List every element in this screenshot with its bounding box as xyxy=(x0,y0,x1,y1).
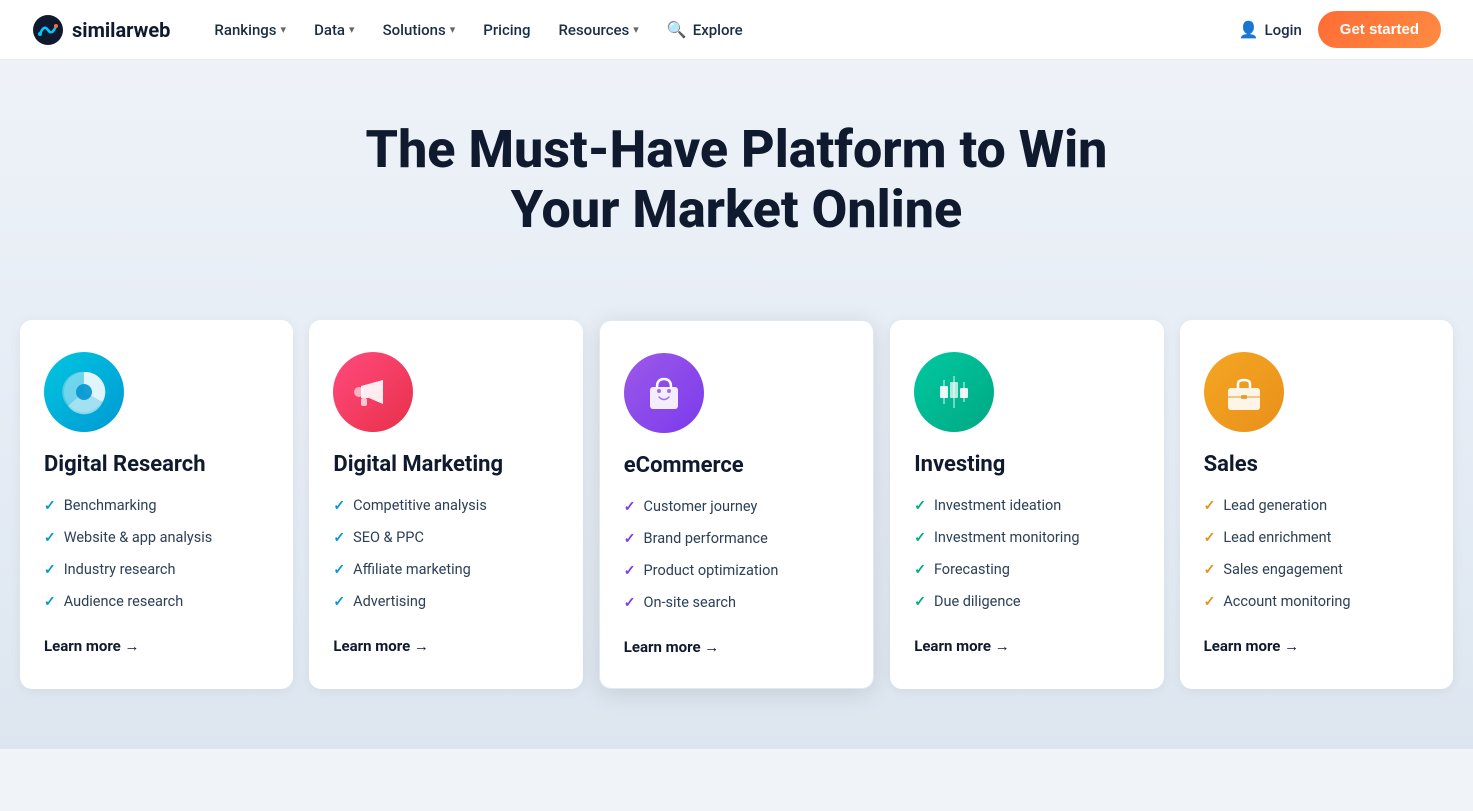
nav-pricing[interactable]: Pricing xyxy=(471,13,542,47)
list-item: ✓ Industry research xyxy=(44,560,269,580)
list-item: ✓ Advertising xyxy=(333,592,558,612)
check-icon: ✓ xyxy=(44,529,56,548)
list-item: ✓ Affiliate marketing xyxy=(333,560,558,580)
check-icon: ✓ xyxy=(914,529,926,548)
chevron-down-icon: ▾ xyxy=(349,23,355,36)
list-item: ✓ Investment ideation xyxy=(914,496,1139,516)
chevron-down-icon: ▾ xyxy=(633,23,639,36)
check-icon: ✓ xyxy=(1204,497,1216,516)
check-icon: ✓ xyxy=(333,497,345,516)
hero-section: The Must-Have Platform to Win Your Marke… xyxy=(0,60,1473,320)
list-item: ✓ Competitive analysis xyxy=(333,496,558,516)
card-list-ecommerce: ✓ Customer journey ✓ Brand performance ✓… xyxy=(624,497,849,613)
list-item: ✓ Lead generation xyxy=(1204,496,1429,516)
learn-more-investing[interactable]: Learn more → xyxy=(914,637,1010,655)
card-investing: Investing ✓ Investment ideation ✓ Invest… xyxy=(890,320,1163,689)
check-icon: ✓ xyxy=(1204,593,1216,612)
card-title-investing: Investing xyxy=(914,452,1139,478)
list-item: ✓ SEO & PPC xyxy=(333,528,558,548)
nav-resources[interactable]: Resources ▾ xyxy=(546,13,650,47)
card-ecommerce: eCommerce ✓ Customer journey ✓ Brand per… xyxy=(599,320,874,689)
nav-solutions[interactable]: Solutions ▾ xyxy=(371,13,468,47)
list-item: ✓ Customer journey xyxy=(624,497,849,517)
logo[interactable]: similarweb xyxy=(32,14,170,46)
nav-rankings[interactable]: Rankings ▾ xyxy=(202,13,298,47)
card-title-digital-research: Digital Research xyxy=(44,452,269,478)
learn-more-digital-marketing[interactable]: Learn more → xyxy=(333,637,429,655)
learn-more-digital-research[interactable]: Learn more → xyxy=(44,637,140,655)
check-icon: ✓ xyxy=(333,529,345,548)
search-icon: 🔍 xyxy=(667,20,687,39)
list-item: ✓ Investment monitoring xyxy=(914,528,1139,548)
check-icon: ✓ xyxy=(1204,529,1216,548)
card-icon-ecommerce xyxy=(624,353,704,433)
logo-text: similarweb xyxy=(72,18,170,42)
check-icon: ✓ xyxy=(624,530,636,549)
card-icon-investing xyxy=(914,352,994,432)
check-icon: ✓ xyxy=(914,593,926,612)
check-icon: ✓ xyxy=(914,497,926,516)
list-item: ✓ Due diligence xyxy=(914,592,1139,612)
check-icon: ✓ xyxy=(624,594,636,613)
navbar: similarweb Rankings ▾ Data ▾ Solutions ▾… xyxy=(0,0,1473,60)
user-icon: 👤 xyxy=(1239,20,1259,39)
card-title-ecommerce: eCommerce xyxy=(624,453,849,479)
check-icon: ✓ xyxy=(1204,561,1216,580)
chevron-down-icon: ▾ xyxy=(450,23,456,36)
card-sales: Sales ✓ Lead generation ✓ Lead enrichmen… xyxy=(1180,320,1453,689)
card-list-investing: ✓ Investment ideation ✓ Investment monit… xyxy=(914,496,1139,612)
list-item: ✓ Brand performance xyxy=(624,529,849,549)
card-title-sales: Sales xyxy=(1204,452,1429,478)
learn-more-sales[interactable]: Learn more → xyxy=(1204,637,1300,655)
cards-container: Digital Research ✓ Benchmarking ✓ Websit… xyxy=(20,320,1453,689)
list-item: ✓ On-site search xyxy=(624,593,849,613)
card-digital-research: Digital Research ✓ Benchmarking ✓ Websit… xyxy=(20,320,293,689)
list-item: ✓ Forecasting xyxy=(914,560,1139,580)
check-icon: ✓ xyxy=(333,593,345,612)
chevron-down-icon: ▾ xyxy=(281,23,287,36)
nav-right: 👤 Login Get started xyxy=(1239,11,1441,48)
card-list-sales: ✓ Lead generation ✓ Lead enrichment ✓ Sa… xyxy=(1204,496,1429,612)
card-title-digital-marketing: Digital Marketing xyxy=(333,452,558,478)
check-icon: ✓ xyxy=(624,498,636,517)
check-icon: ✓ xyxy=(44,593,56,612)
card-icon-digital-research xyxy=(44,352,124,432)
check-icon: ✓ xyxy=(914,561,926,580)
nav-data[interactable]: Data ▾ xyxy=(302,13,367,47)
card-icon-digital-marketing xyxy=(333,352,413,432)
nav-explore[interactable]: 🔍 Explore xyxy=(655,12,755,47)
card-icon-sales xyxy=(1204,352,1284,432)
card-list-digital-marketing: ✓ Competitive analysis ✓ SEO & PPC ✓ Aff… xyxy=(333,496,558,612)
card-digital-marketing: Digital Marketing ✓ Competitive analysis… xyxy=(309,320,582,689)
learn-more-ecommerce[interactable]: Learn more → xyxy=(624,638,720,656)
list-item: ✓ Benchmarking xyxy=(44,496,269,516)
check-icon: ✓ xyxy=(44,497,56,516)
list-item: ✓ Lead enrichment xyxy=(1204,528,1429,548)
list-item: ✓ Website & app analysis xyxy=(44,528,269,548)
list-item: ✓ Product optimization xyxy=(624,561,849,581)
list-item: ✓ Audience research xyxy=(44,592,269,612)
check-icon: ✓ xyxy=(333,561,345,580)
login-button[interactable]: 👤 Login xyxy=(1239,20,1302,39)
cards-section: Digital Research ✓ Benchmarking ✓ Websit… xyxy=(0,320,1473,749)
check-icon: ✓ xyxy=(624,562,636,581)
card-list-digital-research: ✓ Benchmarking ✓ Website & app analysis … xyxy=(44,496,269,612)
get-started-button[interactable]: Get started xyxy=(1318,11,1441,48)
list-item: ✓ Account monitoring xyxy=(1204,592,1429,612)
nav-links: Rankings ▾ Data ▾ Solutions ▾ Pricing Re… xyxy=(202,12,1230,47)
list-item: ✓ Sales engagement xyxy=(1204,560,1429,580)
check-icon: ✓ xyxy=(44,561,56,580)
hero-title: The Must-Have Platform to Win Your Marke… xyxy=(357,120,1117,240)
